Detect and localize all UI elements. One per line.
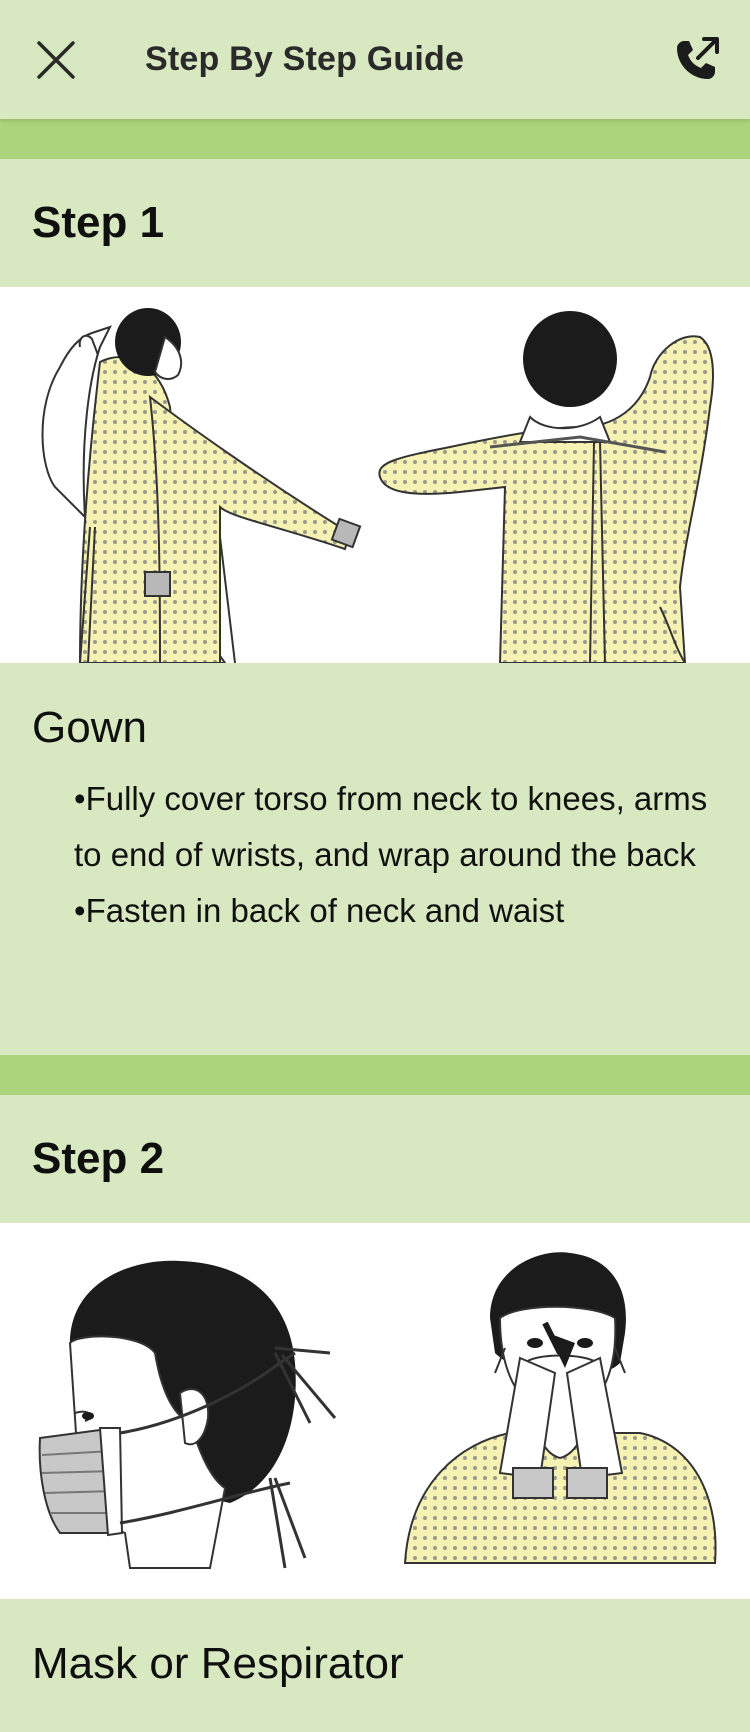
step-1-header: Step 1	[0, 159, 750, 287]
bullet-item: Fully cover torso from neck to knees, ar…	[74, 771, 718, 883]
top-bar: Step By Step Guide	[0, 0, 750, 119]
gown-illustration	[0, 287, 750, 663]
app-screen: Step By Step Guide Step 1 Gown • Fully c…	[0, 0, 750, 1732]
step-2-label: Step 2	[32, 1134, 165, 1183]
step-1-info: Gown Fully cover torso from neck to knee…	[0, 663, 750, 1055]
step-2-title: Mask or Respirator	[32, 1639, 404, 1688]
outgoing-call-icon	[677, 37, 719, 79]
section-divider	[0, 1055, 750, 1095]
mask-illustration	[0, 1223, 750, 1599]
close-button[interactable]	[26, 30, 86, 90]
step-2-info: Mask or Respirator	[0, 1599, 750, 1689]
call-button[interactable]	[664, 28, 728, 92]
bullet-item: Fasten in back of neck and waist	[74, 883, 718, 939]
step-1-label: Step 1	[32, 198, 165, 247]
page-title: Step By Step Guide	[145, 40, 465, 78]
close-icon	[37, 41, 75, 79]
step-1-title: Gown	[32, 703, 147, 752]
section-divider	[0, 119, 750, 159]
step-2-header: Step 2	[0, 1095, 750, 1223]
step-1-bullets: Fully cover torso from neck to knees, ar…	[32, 771, 718, 939]
